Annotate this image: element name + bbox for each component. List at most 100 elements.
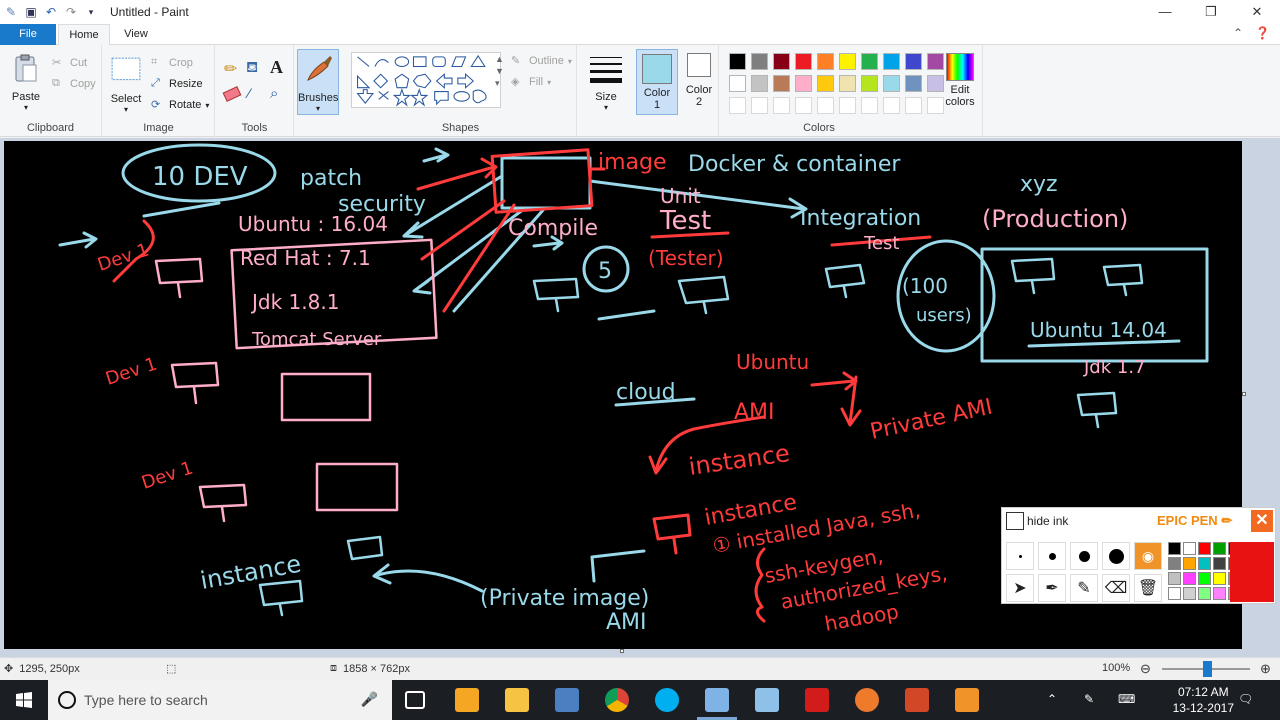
epic-color-swatch[interactable]	[1183, 542, 1196, 555]
color-swatch[interactable]	[839, 75, 856, 92]
epic-color-swatch[interactable]	[1183, 557, 1196, 570]
color-swatch[interactable]	[883, 53, 900, 70]
select-button[interactable]: Select ▾	[109, 55, 143, 114]
zoom-slider-thumb[interactable]	[1203, 661, 1212, 677]
color-swatch[interactable]	[905, 53, 922, 70]
epic-color-swatch[interactable]	[1168, 542, 1181, 555]
color-swatch[interactable]	[817, 75, 834, 92]
tab-home[interactable]: Home	[58, 24, 110, 45]
fill-button[interactable]: ◈ Fill ▾	[511, 73, 551, 91]
canvas-resize-handle-right[interactable]	[1242, 392, 1246, 396]
skype-icon[interactable]	[655, 688, 679, 712]
color-swatch[interactable]	[861, 75, 878, 92]
fill-bucket-icon[interactable]: ⛾	[246, 59, 258, 78]
color-swatch[interactable]	[795, 75, 812, 92]
pen-workspace-icon[interactable]: ✎	[1084, 692, 1094, 706]
color-swatch[interactable]	[817, 53, 834, 70]
taskbar-search[interactable]: Type here to search 🎤	[48, 680, 392, 720]
start-button[interactable]	[0, 680, 48, 720]
undo-icon[interactable]: ↶	[44, 5, 58, 19]
epic-color-swatch[interactable]	[1183, 572, 1196, 585]
epic-pen-close-button[interactable]: ✕	[1251, 510, 1273, 532]
custom-color-slot[interactable]	[729, 97, 746, 114]
custom-color-slot[interactable]	[839, 97, 856, 114]
custom-color-slot[interactable]	[773, 97, 790, 114]
magnifier-icon[interactable]: ⌕	[270, 85, 278, 102]
pencil-icon[interactable]: ✏	[224, 59, 237, 79]
epic-color-swatch[interactable]	[1198, 542, 1211, 555]
color2-button[interactable]: Color 2	[680, 53, 718, 108]
cut-button[interactable]: ✂ Cut	[52, 54, 87, 72]
microphone-icon[interactable]: 🎤	[361, 691, 378, 708]
epic-color-swatch[interactable]	[1213, 587, 1226, 600]
customize-quick-access-icon[interactable]: ▾	[84, 5, 98, 19]
app-taskbar-icon[interactable]	[755, 688, 779, 712]
epic-color-swatch[interactable]	[1183, 587, 1196, 600]
minimize-button[interactable]: —	[1142, 0, 1188, 24]
color-picker-icon[interactable]: ⁄	[248, 85, 250, 101]
color-swatch[interactable]	[729, 53, 746, 70]
epic-color-swatch[interactable]	[1213, 572, 1226, 585]
keyboard-icon[interactable]: ⌨	[1118, 692, 1135, 706]
epic-color-swatch[interactable]	[1168, 587, 1181, 600]
color-swatch[interactable]	[751, 75, 768, 92]
outline-button[interactable]: ✎ Outline ▾	[511, 52, 572, 70]
shapes-gallery[interactable]	[351, 52, 501, 108]
custom-color-slot[interactable]	[883, 97, 900, 114]
close-button[interactable]: ✕	[1234, 0, 1280, 24]
edit-colors-button[interactable]: Edit colors	[943, 53, 977, 108]
show-hidden-icons[interactable]: ⌃	[1047, 692, 1057, 706]
copy-button[interactable]: ⧉ Copy	[52, 75, 96, 93]
paint-taskbar-icon[interactable]	[705, 688, 729, 712]
paste-button[interactable]: Paste ▾	[8, 53, 44, 112]
pdf-reader-icon[interactable]	[805, 688, 829, 712]
brushes-button[interactable]: Brushes ▾	[297, 49, 339, 115]
clock[interactable]: 07:12 AM 13-12-2017	[1173, 684, 1234, 716]
custom-color-slot[interactable]	[927, 97, 944, 114]
chrome-icon[interactable]	[605, 688, 629, 712]
color-swatch[interactable]	[751, 53, 768, 70]
epic-color-swatch[interactable]	[1198, 572, 1211, 585]
tab-file[interactable]: File	[0, 24, 56, 45]
maximize-button[interactable]: ❐	[1188, 0, 1234, 24]
color-swatch[interactable]	[773, 75, 790, 92]
store-app-icon[interactable]	[455, 688, 479, 712]
canvas-resize-handle-bottom[interactable]	[620, 649, 624, 653]
size-button[interactable]: Size ▾	[588, 53, 624, 112]
epic-pen-taskbar-icon[interactable]	[955, 688, 979, 712]
shapes-scroll-icon[interactable]: ▲ ▼ ▾	[495, 53, 504, 89]
epic-color-swatch[interactable]	[1168, 572, 1181, 585]
custom-color-slot[interactable]	[905, 97, 922, 114]
color-swatch[interactable]	[927, 75, 944, 92]
redo-icon[interactable]: ↷	[64, 5, 78, 19]
clear-button[interactable]: 🗑	[1134, 574, 1162, 602]
color-swatch[interactable]	[905, 75, 922, 92]
color-swatch[interactable]	[839, 53, 856, 70]
screenshot-button[interactable]: ◉	[1134, 542, 1162, 570]
color1-button[interactable]: Color 1	[636, 49, 678, 115]
color-swatch[interactable]	[883, 75, 900, 92]
crop-button[interactable]: ⌗ Crop	[151, 54, 193, 72]
zoom-in-button[interactable]: ⊕	[1260, 661, 1271, 677]
text-icon[interactable]: A	[270, 57, 283, 78]
file-explorer-icon[interactable]	[505, 688, 529, 712]
epic-color-swatch[interactable]	[1213, 557, 1226, 570]
zoom-out-button[interactable]: ⊖	[1140, 661, 1151, 677]
color-swatch[interactable]	[729, 75, 746, 92]
resize-button[interactable]: ⤢ Resize	[151, 75, 203, 93]
epic-color-swatch[interactable]	[1198, 587, 1211, 600]
epic-color-swatch[interactable]	[1168, 557, 1181, 570]
paint-app-icon[interactable]: ✎	[4, 5, 18, 19]
color-swatch[interactable]	[861, 53, 878, 70]
color-swatch[interactable]	[773, 53, 790, 70]
pen-size-2-button[interactable]	[1038, 542, 1066, 570]
custom-color-slot[interactable]	[751, 97, 768, 114]
custom-color-slot[interactable]	[817, 97, 834, 114]
pen-size-3-button[interactable]	[1070, 542, 1098, 570]
powerpoint-icon[interactable]	[905, 688, 929, 712]
pen-size-1-button[interactable]	[1006, 542, 1034, 570]
color-swatch[interactable]	[795, 53, 812, 70]
task-view-icon[interactable]	[405, 691, 425, 709]
epic-color-swatch[interactable]	[1198, 557, 1211, 570]
network-app-icon[interactable]	[555, 688, 579, 712]
